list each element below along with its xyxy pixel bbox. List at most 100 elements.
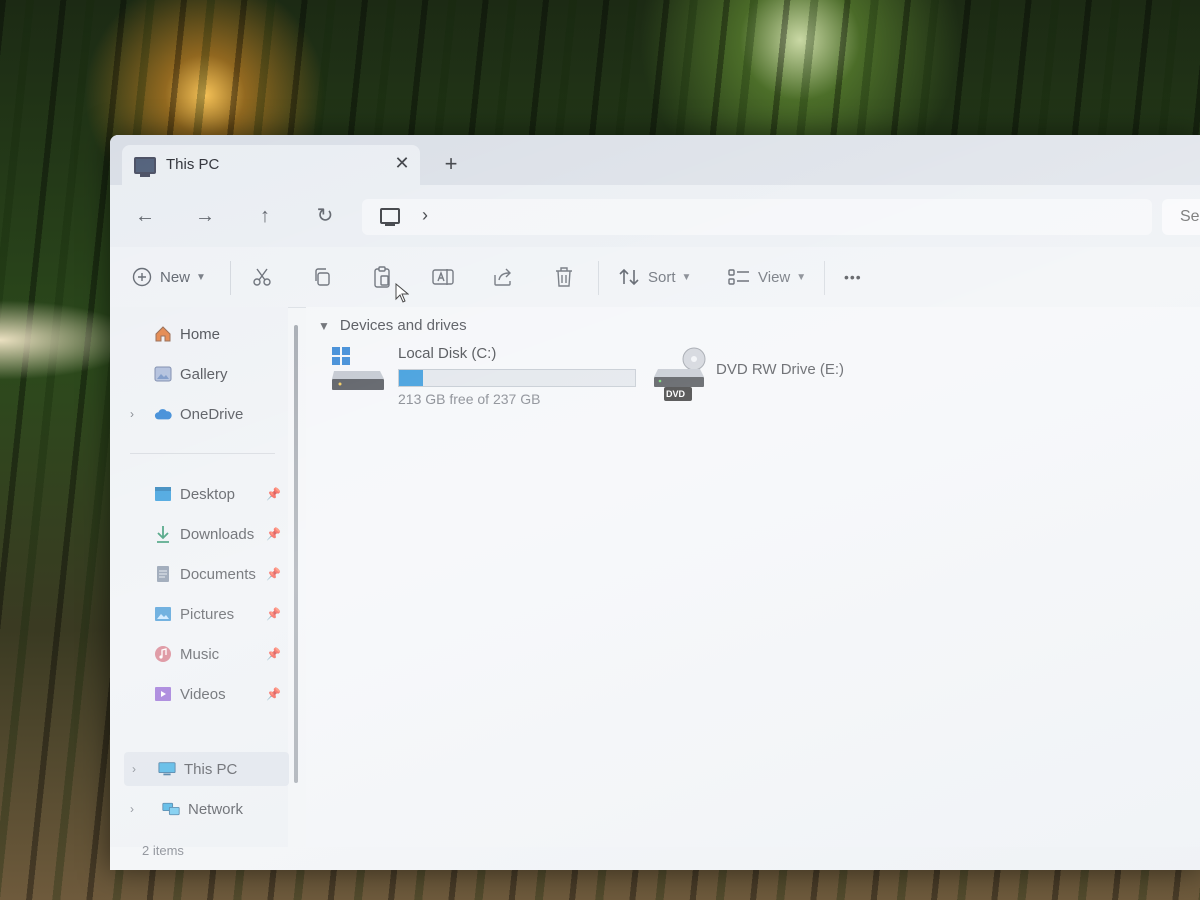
sidebar-item-downloads[interactable]: Downloads 📌 [110, 517, 281, 551]
sort-label: Sort [648, 268, 676, 286]
sidebar-item-label: Music [180, 645, 220, 663]
pin-icon[interactable]: 📌 [266, 567, 281, 581]
pin-icon[interactable]: 📌 [266, 687, 281, 701]
sidebar-item-label: Network [188, 800, 244, 818]
chevron-down-icon: ▼ [681, 271, 692, 283]
drive-local-disk-c[interactable]: Local Disk (C:) 213 GB free of 237 GB [330, 343, 660, 413]
divider [230, 261, 231, 295]
more-options-button[interactable]: ••• [844, 263, 862, 291]
forward-button[interactable]: → [190, 201, 220, 231]
desktop-folder-icon [154, 485, 172, 503]
drive-usage-bar [398, 369, 636, 387]
view-list-icon [728, 269, 749, 285]
up-button[interactable]: ↑ [250, 201, 280, 231]
search-input[interactable]: Sea [1162, 199, 1200, 235]
drive-name: DVD RW Drive (E:) [716, 361, 845, 378]
documents-icon [154, 565, 172, 583]
divider [824, 261, 825, 295]
trash-icon [556, 267, 572, 287]
paste-button[interactable] [372, 263, 392, 291]
sidebar-item-label: Gallery [180, 365, 228, 383]
plus-circle-icon [132, 267, 152, 287]
drive-dvd-rw-e[interactable]: DVD DVD RW Drive (E:) [652, 347, 872, 407]
sort-button[interactable]: Sort ▼ [618, 263, 691, 291]
cut-button[interactable] [252, 263, 272, 291]
new-button[interactable]: New ▼ [132, 263, 206, 291]
share-button[interactable] [492, 263, 514, 291]
file-explorer-window: This PC ✕ + ← → ↑ ↻ › Sea New ▼ [110, 135, 1200, 870]
sidebar-item-pictures[interactable]: Pictures 📌 [110, 597, 281, 631]
computer-icon [158, 760, 176, 778]
chevron-right-icon[interactable]: › [132, 762, 136, 776]
chevron-right-icon[interactable]: › [130, 802, 134, 816]
pin-icon[interactable]: 📌 [266, 487, 281, 501]
refresh-button[interactable]: ↻ [310, 201, 340, 231]
copy-icon [315, 268, 330, 286]
tab-this-pc[interactable]: This PC ✕ [122, 145, 420, 185]
sidebar-scrollbar[interactable] [294, 325, 298, 783]
drive-free-space: 213 GB free of 237 GB [398, 391, 541, 407]
download-icon [154, 525, 172, 543]
sidebar-item-label: Pictures [180, 605, 235, 623]
scissors-icon [253, 268, 271, 286]
sidebar-item-videos[interactable]: Videos 📌 [110, 677, 281, 711]
drive-name: Local Disk (C:) [398, 345, 497, 362]
pin-icon[interactable]: 📌 [266, 527, 281, 541]
divider [130, 453, 275, 454]
tab-bar: This PC ✕ + [110, 135, 1200, 185]
delete-button[interactable] [554, 263, 574, 291]
new-tab-button[interactable]: + [438, 151, 464, 177]
sidebar-item-label: Desktop [180, 485, 236, 503]
videos-icon [154, 685, 172, 703]
tab-title: This PC [166, 156, 220, 173]
chevron-down-icon: ▼ [196, 271, 206, 283]
address-bar[interactable]: › [362, 199, 1152, 235]
breadcrumb-chevron-icon[interactable]: › [422, 205, 428, 226]
new-label: New [160, 268, 191, 286]
sort-icon [619, 268, 639, 286]
computer-icon [134, 157, 156, 177]
chevron-down-icon: ▼ [796, 271, 807, 283]
command-bar: New ▼ Sort ▼ View ▼ ••• [110, 247, 1200, 308]
view-label: View [758, 268, 791, 286]
mouse-cursor-icon [395, 283, 409, 303]
sidebar-item-this-pc[interactable]: › This PC [124, 752, 289, 786]
close-tab-button[interactable]: ✕ [390, 151, 414, 175]
dvd-badge: DVD [666, 389, 686, 399]
network-icon [162, 800, 180, 818]
sidebar-item-label: Videos [180, 685, 226, 703]
view-button[interactable]: View ▼ [728, 263, 806, 291]
sidebar-item-label: Documents [180, 565, 256, 583]
home-icon [154, 325, 172, 343]
chevron-down-icon: ▼ [318, 318, 330, 333]
sidebar-item-gallery[interactable]: Gallery [110, 357, 280, 391]
rename-button[interactable] [432, 263, 454, 291]
sidebar-item-desktop[interactable]: Desktop 📌 [110, 477, 281, 511]
search-placeholder: Sea [1180, 208, 1200, 225]
sidebar-item-network[interactable]: › Network [110, 792, 280, 826]
cloud-icon [154, 405, 172, 423]
share-icon [494, 268, 511, 286]
divider [598, 261, 599, 295]
drive-usage-fill [399, 370, 423, 386]
pictures-icon [154, 605, 172, 623]
status-item-count: 2 items [142, 843, 184, 858]
navigation-bar: ← → ↑ ↻ › Sea [110, 185, 1200, 247]
group-title: Devices and drives [339, 317, 467, 334]
pin-icon[interactable]: 📌 [266, 607, 281, 621]
sidebar-item-home[interactable]: Home [110, 317, 280, 351]
gallery-icon [154, 365, 172, 383]
sidebar-item-documents[interactable]: Documents 📌 [110, 557, 281, 591]
sidebar-item-label: Home [180, 325, 221, 343]
copy-button[interactable] [312, 263, 332, 291]
pin-icon[interactable]: 📌 [266, 647, 281, 661]
music-icon [154, 645, 172, 663]
windows-drive-icon [332, 347, 384, 390]
content-pane: ▼ Devices and drives Local Disk (C:) 213… [306, 307, 1200, 847]
sidebar-item-onedrive[interactable]: › OneDrive [110, 397, 280, 431]
sidebar-item-music[interactable]: Music 📌 [110, 637, 281, 671]
group-header-devices[interactable]: ▼ Devices and drives [318, 317, 467, 334]
computer-icon [380, 208, 400, 226]
chevron-right-icon[interactable]: › [130, 407, 134, 421]
back-button[interactable]: ← [130, 201, 160, 231]
